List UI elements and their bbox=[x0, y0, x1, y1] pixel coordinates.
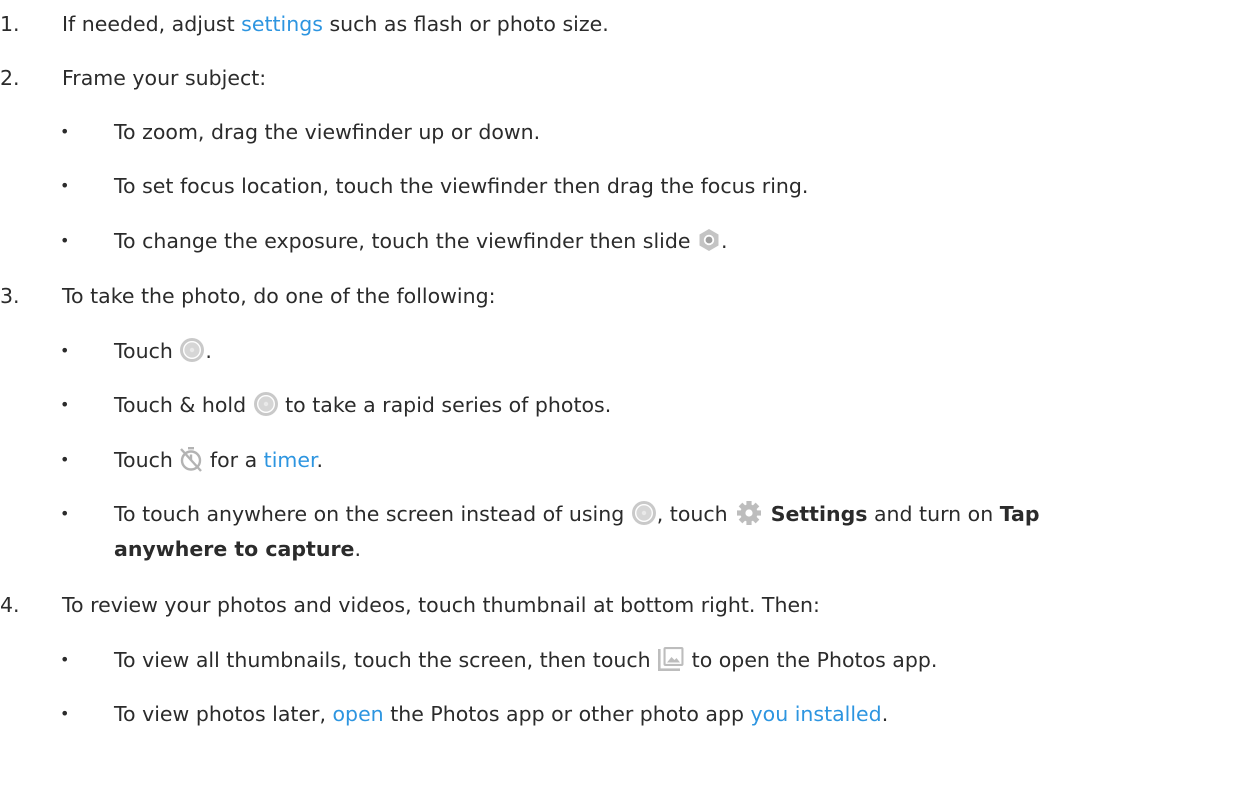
bullet: • bbox=[60, 341, 70, 360]
step-text-part: such as flash or photo size. bbox=[322, 12, 609, 36]
bullet-text-part: and turn on bbox=[867, 502, 1000, 526]
bullet-text: To view all thumbnails, touch the screen… bbox=[114, 645, 937, 675]
bullet-text-part: Touch bbox=[114, 339, 180, 363]
timer-link[interactable]: timer bbox=[264, 448, 317, 472]
step-text: To take the photo, do one of the followi… bbox=[62, 284, 496, 308]
step-number: 3. bbox=[0, 284, 20, 308]
bullet-text-part: Touch bbox=[114, 448, 180, 472]
tap-option-label: anywhere to capture bbox=[114, 537, 355, 561]
step-text-part: If needed, adjust bbox=[62, 12, 242, 36]
exposure-icon bbox=[697, 228, 721, 252]
shutter-button-icon bbox=[631, 500, 657, 526]
bullet-text-part: To view photos later, bbox=[114, 702, 333, 726]
shutter-button-icon bbox=[253, 391, 279, 417]
bullet-text-part: . bbox=[721, 229, 728, 253]
bullet-text-part: , touch bbox=[656, 502, 735, 526]
bullet: • bbox=[60, 650, 70, 669]
tap-option-label: Tap bbox=[999, 502, 1040, 526]
bullet-text-part: . bbox=[205, 339, 212, 363]
bullet-text: To change the exposure, touch the viewfi… bbox=[114, 226, 728, 256]
bullet: • bbox=[60, 122, 70, 141]
bullet-text-part: . bbox=[316, 448, 324, 472]
bullet: • bbox=[60, 450, 70, 469]
settings-label: Settings bbox=[770, 502, 868, 526]
step-text: To review your photos and videos, touch … bbox=[62, 593, 820, 617]
bullet-text-part: Touch & hold bbox=[114, 393, 253, 417]
gear-icon bbox=[734, 500, 764, 526]
bullet-text-part: To touch anywhere on the screen instead … bbox=[114, 502, 631, 526]
open-link[interactable]: open bbox=[333, 702, 384, 726]
bullet-text: To view photos later, open the Photos ap… bbox=[114, 699, 888, 729]
bullet-text-part: to open the Photos app. bbox=[685, 648, 938, 672]
bullet: • bbox=[60, 504, 70, 523]
bullet-text: To zoom, drag the viewfinder up or down. bbox=[114, 120, 541, 144]
bullet-text-part: To view all thumbnails, touch the screen… bbox=[114, 648, 658, 672]
photos-app-icon bbox=[657, 646, 685, 672]
bullet: • bbox=[60, 395, 70, 414]
bullet-text-part: the Photos app or other photo app bbox=[383, 702, 751, 726]
bullet-text-part: to take a rapid series of photos. bbox=[278, 393, 612, 417]
timer-icon bbox=[179, 446, 203, 472]
bullet-text: Touch & hold to take a rapid series of p… bbox=[114, 390, 611, 420]
step-number: 1. bbox=[0, 12, 20, 36]
bullet: • bbox=[60, 704, 70, 723]
bullet-text-part: . bbox=[354, 537, 361, 561]
bullet: • bbox=[60, 231, 70, 250]
bullet-text-part: . bbox=[881, 702, 889, 726]
bullet-text-continuation: anywhere to capture. bbox=[114, 534, 361, 564]
bullet-text: Touch for a timer. bbox=[114, 445, 323, 475]
step-number: 4. bbox=[0, 593, 20, 617]
bullet-text-part: for a bbox=[203, 448, 264, 472]
you-installed-link[interactable]: you installed bbox=[751, 702, 882, 726]
step-text: If needed, adjust settings such as flash… bbox=[62, 9, 609, 39]
step-text: Frame your subject: bbox=[62, 66, 267, 90]
shutter-button-icon bbox=[179, 337, 205, 363]
step-number: 2. bbox=[0, 66, 20, 90]
bullet-text: Touch . bbox=[114, 336, 212, 366]
bullet-text: To set focus location, touch the viewfin… bbox=[114, 174, 809, 198]
settings-link[interactable]: settings bbox=[241, 12, 323, 36]
bullet-text: To touch anywhere on the screen instead … bbox=[114, 499, 1040, 529]
bullet: • bbox=[60, 176, 70, 195]
bullet-text-part: To change the exposure, touch the viewfi… bbox=[114, 229, 698, 253]
